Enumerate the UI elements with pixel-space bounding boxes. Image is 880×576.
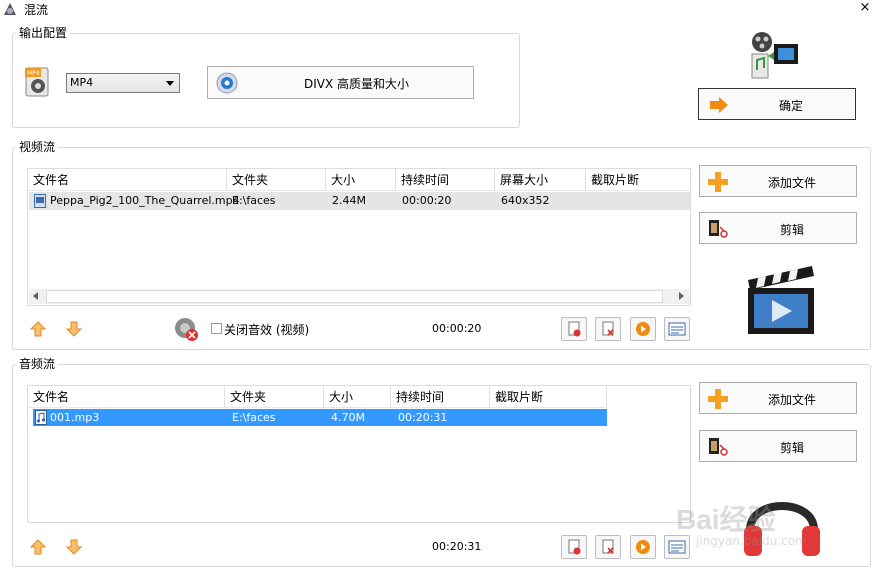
video-col-clip[interactable]: 截取片断 <box>586 169 690 191</box>
video-row-name: Peppa_Pig2_100_The_Quarrel.mp4 <box>50 194 240 207</box>
profile-button[interactable]: DIVX 高质量和大小 <box>207 66 474 99</box>
arrow-right-icon <box>709 96 729 114</box>
video-add-file-label: 添加文件 <box>768 176 817 190</box>
audio-total-duration: 00:20:31 <box>432 540 482 553</box>
video-play-button[interactable] <box>630 317 656 341</box>
audio-file-list[interactable]: 文件名 文件夹 大小 持续时间 截取片断 001.mp3 E:\faces 4.… <box>27 385 691 523</box>
move-up-icon[interactable] <box>29 538 47 556</box>
video-stream-label: 视频流 <box>16 140 59 154</box>
app-icon <box>2 1 18 17</box>
close-button[interactable]: × <box>858 0 872 16</box>
move-up-icon[interactable] <box>29 320 47 338</box>
video-total-duration: 00:00:20 <box>432 322 482 335</box>
video-col-folder[interactable]: 文件夹 <box>227 169 326 191</box>
watermark: Bai经验 jingyan.baidu.com <box>676 498 846 558</box>
watermark-text: Bai经验 <box>676 504 776 535</box>
title-bar: 混流 × <box>0 0 880 18</box>
audio-row-duration: 00:20:31 <box>398 411 448 424</box>
format-select-value: MP4 <box>70 76 94 89</box>
move-down-icon[interactable] <box>65 320 83 338</box>
output-config-label: 输出配置 <box>16 26 71 40</box>
confirm-button[interactable]: 确定 <box>698 88 856 120</box>
video-edit-label: 剪辑 <box>780 223 805 237</box>
profile-icon <box>216 72 238 94</box>
window-title: 混流 <box>24 3 49 17</box>
audio-clear-button[interactable] <box>595 535 621 559</box>
audio-row-folder: E:\faces <box>232 411 276 424</box>
table-row[interactable]: Peppa_Pig2_100_The_Quarrel.mp4 E:\faces … <box>29 192 690 210</box>
audio-stream-label: 音频流 <box>16 357 59 371</box>
video-row-folder: E:\faces <box>232 194 276 207</box>
audio-col-filename[interactable]: 文件名 <box>28 386 225 408</box>
table-row[interactable]: 001.mp3 E:\faces 4.70M 00:20:31 <box>33 409 607 426</box>
move-down-icon[interactable] <box>65 538 83 556</box>
scissors-film-icon <box>708 437 730 457</box>
scroll-left-icon[interactable] <box>33 292 38 300</box>
clapperboard-icon <box>746 262 818 336</box>
video-add-file-button[interactable]: 添加文件 <box>699 165 857 197</box>
video-file-list[interactable]: 文件名 文件夹 大小 持续时间 屏幕大小 截取片断 Peppa_Pig2_100… <box>27 168 691 306</box>
film-music-icon <box>748 30 800 80</box>
plus-icon <box>708 172 728 192</box>
video-col-filename[interactable]: 文件名 <box>28 169 227 191</box>
audio-play-button[interactable] <box>630 535 656 559</box>
audio-edit-button[interactable]: 剪辑 <box>699 430 857 462</box>
audio-add-file-label: 添加文件 <box>768 393 817 407</box>
video-file-icon <box>34 194 46 208</box>
video-hscrollbar[interactable] <box>29 289 690 304</box>
video-info-button[interactable] <box>664 317 690 341</box>
audio-col-size[interactable]: 大小 <box>324 386 391 408</box>
mute-audio-icon <box>173 316 199 342</box>
scissors-film-icon <box>708 219 730 239</box>
confirm-label: 确定 <box>779 99 804 113</box>
audio-edit-label: 剪辑 <box>780 441 805 455</box>
mp4-format-icon: MP4 <box>24 66 52 98</box>
scroll-thumb[interactable] <box>46 290 663 303</box>
video-col-size[interactable]: 大小 <box>326 169 396 191</box>
chevron-down-icon <box>166 81 174 86</box>
video-row-screen: 640x352 <box>501 194 550 207</box>
video-row-size: 2.44M <box>332 194 366 207</box>
video-row-duration: 00:00:20 <box>402 194 452 207</box>
scroll-right-icon[interactable] <box>679 292 684 300</box>
audio-col-folder[interactable]: 文件夹 <box>225 386 324 408</box>
audio-remove-button[interactable] <box>561 535 587 559</box>
audio-row-name: 001.mp3 <box>50 411 100 424</box>
mute-checkbox[interactable] <box>211 323 222 334</box>
svg-text:MP4: MP4 <box>27 70 40 77</box>
video-remove-button[interactable] <box>561 317 587 341</box>
plus-icon <box>708 389 728 409</box>
audio-row-size: 4.70M <box>331 411 365 424</box>
audio-col-duration[interactable]: 持续时间 <box>391 386 490 408</box>
audio-col-clip[interactable]: 截取片断 <box>490 386 607 408</box>
format-select[interactable]: MP4 <box>66 73 180 93</box>
audio-add-file-button[interactable]: 添加文件 <box>699 382 857 414</box>
video-col-screen[interactable]: 屏幕大小 <box>495 169 586 191</box>
watermark-sub: jingyan.baidu.com <box>696 534 807 548</box>
video-clear-button[interactable] <box>595 317 621 341</box>
video-edit-button[interactable]: 剪辑 <box>699 212 857 244</box>
mute-label: 关闭音效 (视频) <box>224 323 310 337</box>
video-col-duration[interactable]: 持续时间 <box>396 169 495 191</box>
profile-label: DIVX 高质量和大小 <box>304 77 410 91</box>
